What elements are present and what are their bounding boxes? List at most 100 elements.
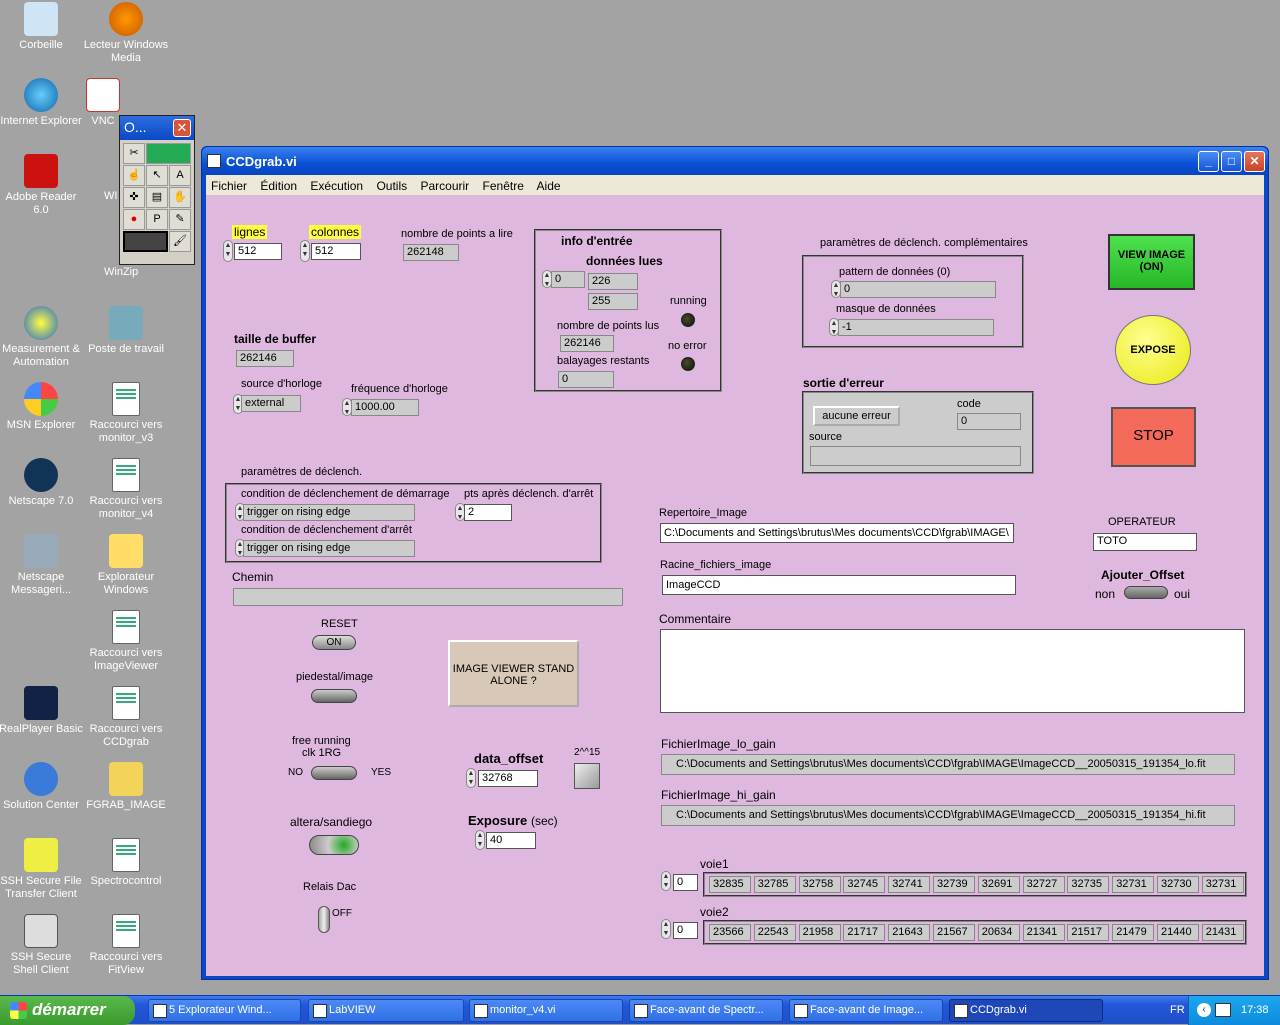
task-spectro[interactable]: Face-avant de Spectr... <box>629 999 783 1022</box>
internet-explorer-icon[interactable]: Internet Explorer <box>0 78 84 128</box>
pts-apres-input[interactable]: 2 <box>464 504 512 521</box>
menu-tool-icon[interactable]: ▤ <box>146 187 168 208</box>
winzip-icon[interactable]: WinZip <box>104 266 144 279</box>
maximize-button[interactable]: □ <box>1221 151 1242 172</box>
vnc-icon[interactable]: VNC <box>83 78 123 128</box>
netscape-messenger-icon[interactable]: Netscape Messageri... <box>0 534 84 597</box>
my-computer-icon[interactable]: Poste de travail <box>83 306 169 356</box>
color-copy-tool-icon[interactable]: ✎ <box>169 209 191 230</box>
voie1-index[interactable]: 0 <box>673 874 698 891</box>
cube-button-icon[interactable] <box>574 763 600 789</box>
donnees-index[interactable]: 0 <box>551 271 585 288</box>
imageviewer-shortcut-icon[interactable]: Raccourci vers ImageViewer <box>83 610 169 673</box>
exposure-spinner[interactable]: ▲ ▼ <box>475 830 485 850</box>
close-button[interactable]: ✕ <box>1244 151 1265 172</box>
lignes-input[interactable]: 512 <box>234 243 282 260</box>
free-running-label: free running <box>292 735 351 747</box>
auto-tool-icon[interactable]: ✂ <box>123 143 145 164</box>
color-tool-icon[interactable] <box>146 143 191 164</box>
lo-gain-path: C:\Documents and Settings\brutus\Mes doc… <box>661 754 1235 775</box>
operateur-input[interactable]: TOTO <box>1093 533 1197 551</box>
info-entree-label: info d'entrée <box>561 234 633 248</box>
npts-label: nombre de points a lire <box>401 228 513 240</box>
masque-input[interactable]: -1 <box>838 319 994 336</box>
voie2-index[interactable]: 0 <box>673 922 698 939</box>
pattern-input[interactable]: 0 <box>840 281 996 298</box>
task-labview[interactable]: LabVIEW <box>308 999 464 1022</box>
probe-tool-icon[interactable]: P <box>146 209 168 230</box>
windows-explorer-icon[interactable]: Explorateur Windows <box>83 534 169 597</box>
data-offset-input[interactable]: 32768 <box>478 770 538 787</box>
ccdgrab-shortcut-icon[interactable]: Raccourci vers CCDgrab <box>83 686 169 749</box>
task-explorer[interactable]: 5 Explorateur Wind... <box>148 999 301 1022</box>
voie2-spinner[interactable]: ▲ ▼ <box>661 919 671 939</box>
menu-aide[interactable]: Aide <box>537 179 561 193</box>
recycle-bin-icon[interactable]: Corbeille <box>0 2 84 52</box>
racine-input[interactable]: ImageCCD <box>662 575 1016 595</box>
spectrocontrol-icon[interactable]: Spectrocontrol <box>83 838 169 888</box>
monitor-v3-shortcut-icon[interactable]: Raccourci vers monitor_v3 <box>83 382 169 445</box>
relais-switch[interactable] <box>318 906 330 933</box>
close-icon[interactable]: ✕ <box>173 119 191 137</box>
data-offset-spinner[interactable]: ▲ ▼ <box>466 768 476 788</box>
vnc-tray-icon[interactable] <box>1215 1003 1231 1017</box>
racine-label: Racine_fichiers_image <box>660 559 772 571</box>
task-ccdgrab[interactable]: CCDgrab.vi <box>949 999 1103 1022</box>
frequence-input[interactable]: 1000.00 <box>351 399 419 416</box>
adobe-reader-icon[interactable]: Adobe Reader 6.0 <box>0 154 84 217</box>
netscape-icon[interactable]: Netscape 7.0 <box>0 458 84 508</box>
color-box-icon[interactable] <box>123 231 168 252</box>
expose-button[interactable]: EXPOSE <box>1115 315 1191 385</box>
language-indicator[interactable]: FR <box>1170 1004 1185 1016</box>
arrow-tool-icon[interactable]: ↖ <box>146 165 168 186</box>
breakpoint-tool-icon[interactable]: ● <box>123 209 145 230</box>
source-horloge-ring[interactable]: external <box>241 395 301 412</box>
view-image-button[interactable]: VIEW IMAGE (ON) <box>1108 234 1195 290</box>
menu-fichier[interactable]: Fichier <box>211 179 247 193</box>
reset-toggle[interactable]: ON <box>312 635 356 650</box>
brush-tool-icon[interactable]: 🖌 <box>169 231 191 252</box>
repertoire-input[interactable]: C:\Documents and Settings\brutus\Mes doc… <box>660 523 1014 543</box>
ssh-shell-icon[interactable]: SSH Secure Shell Client <box>0 914 84 977</box>
piedestal-toggle[interactable] <box>311 689 357 703</box>
exposure-input[interactable]: 40 <box>486 832 536 849</box>
msn-explorer-icon[interactable]: MSN Explorer <box>0 382 84 432</box>
media-player-icon[interactable]: Lecteur Windows Media <box>83 2 169 65</box>
hand-tool-icon[interactable]: ☝ <box>123 165 145 186</box>
start-button[interactable]: démarrer <box>0 996 135 1025</box>
task-image[interactable]: Face-avant de Image... <box>789 999 943 1022</box>
free-running-toggle[interactable] <box>311 766 357 780</box>
lignes-spinner[interactable]: ▲ ▼ <box>223 240 233 262</box>
realplayer-icon[interactable]: RealPlayer Basic <box>0 686 84 736</box>
commentaire-input[interactable] <box>660 629 1245 713</box>
tools-palette[interactable]: O... ✕ ✂ ☝ ↖ A ✜ ▤ ✋ ● P ✎ 🖌 <box>119 115 195 265</box>
tray-arrow-icon[interactable]: ‹ <box>1197 1003 1211 1017</box>
ssh-file-transfer-icon[interactable]: SSH Secure File Transfer Client <box>0 838 84 901</box>
wire-tool-icon[interactable]: ✜ <box>123 187 145 208</box>
scroll-tool-icon[interactable]: ✋ <box>169 187 191 208</box>
menu-execution[interactable]: Exécution <box>310 179 363 193</box>
dell-solution-center-icon[interactable]: Solution Center <box>0 762 84 812</box>
cond-start-ring[interactable]: trigger on rising edge <box>243 504 415 521</box>
altera-toggle[interactable] <box>309 835 359 855</box>
measurement-automation-icon[interactable]: Measurement & Automation <box>0 306 84 369</box>
menu-edition[interactable]: Édition <box>260 179 297 193</box>
minimize-button[interactable]: _ <box>1198 151 1219 172</box>
monitor-v4-shortcut-icon[interactable]: Raccourci vers monitor_v4 <box>83 458 169 521</box>
menu-parcourir[interactable]: Parcourir <box>420 179 469 193</box>
icon-label: Adobe Reader 6.0 <box>5 191 77 216</box>
task-monitor-v4[interactable]: monitor_v4.vi <box>469 999 623 1022</box>
offset-toggle[interactable] <box>1124 586 1168 599</box>
colonnes-input[interactable]: 512 <box>311 243 361 260</box>
menu-outils[interactable]: Outils <box>376 179 407 193</box>
fitview-shortcut-icon[interactable]: Raccourci vers FitView <box>83 914 169 977</box>
stop-button[interactable]: STOP <box>1111 407 1196 467</box>
text-tool-icon[interactable]: A <box>169 165 191 186</box>
menu-fenetre[interactable]: Fenêtre <box>483 179 524 193</box>
folder-icon[interactable]: FGRAB_IMAGE <box>83 762 169 812</box>
image-viewer-button[interactable]: IMAGE VIEWER STAND ALONE ? <box>448 640 579 707</box>
cond-stop-ring[interactable]: trigger on rising edge <box>243 540 415 557</box>
voie1-spinner[interactable]: ▲ ▼ <box>661 871 671 891</box>
window-titlebar[interactable]: CCDgrab.vi _ □ ✕ <box>202 147 1268 175</box>
colonnes-spinner[interactable]: ▲ ▼ <box>300 240 310 262</box>
